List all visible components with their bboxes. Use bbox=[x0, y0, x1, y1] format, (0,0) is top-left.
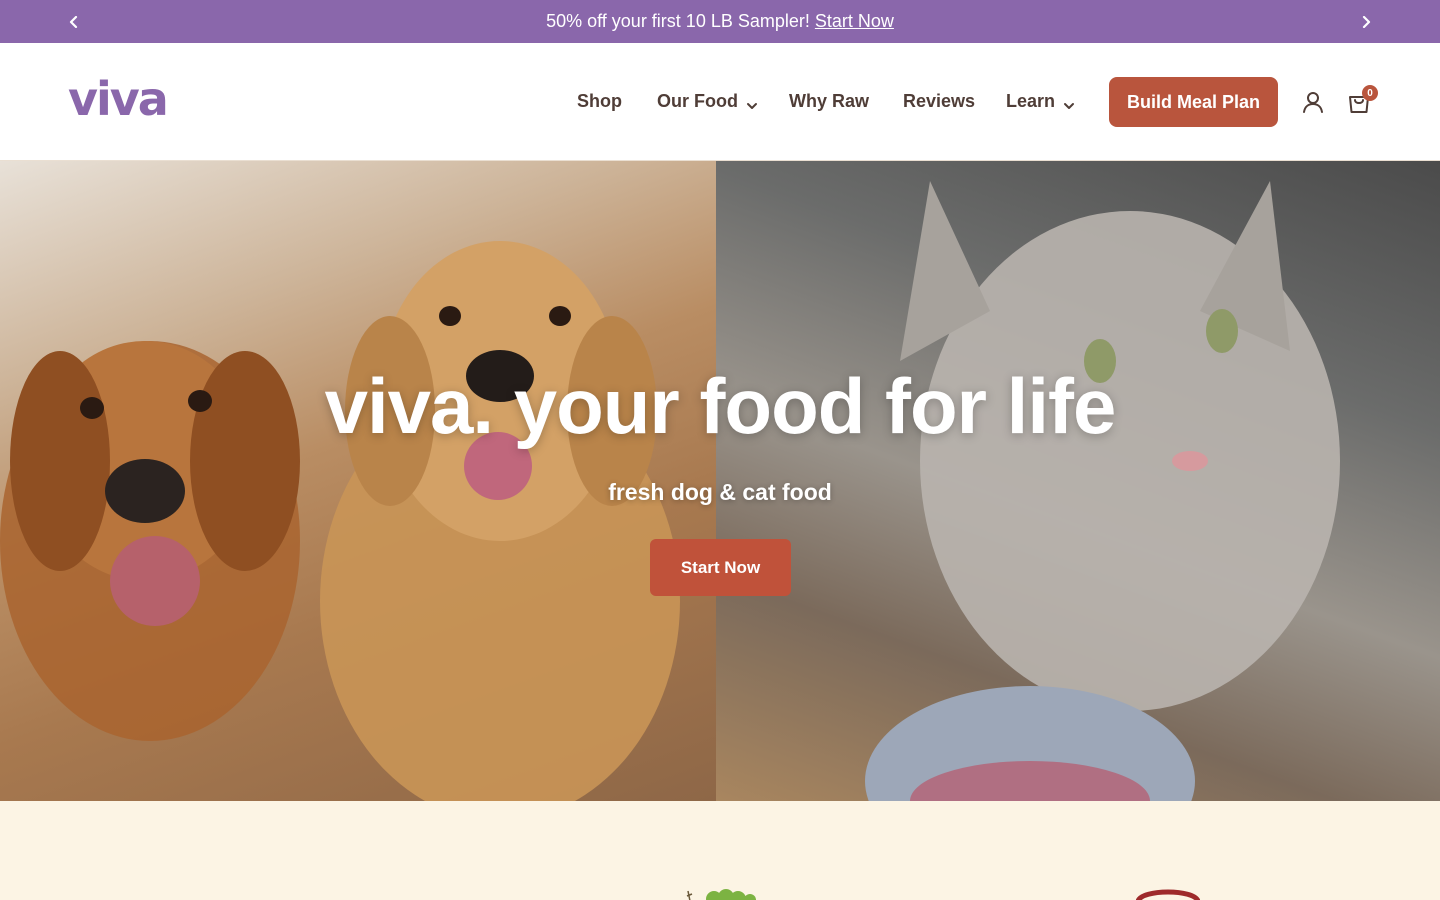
viva-logo[interactable]: viva bbox=[68, 72, 194, 126]
user-icon[interactable] bbox=[1300, 89, 1326, 115]
announcement-bar: 50% off your first 10 LB Sampler! Start N… bbox=[0, 0, 1440, 43]
chevron-right-icon[interactable] bbox=[1346, 0, 1386, 43]
nav-why-raw-label: Why Raw bbox=[789, 91, 870, 111]
hero-title: viva. your food for life bbox=[324, 362, 1117, 450]
nav-our-food-label: Our Food bbox=[657, 91, 738, 111]
hero-banner: viva. your food for life fresh dog & cat… bbox=[0, 161, 1440, 801]
hero-start-now-button[interactable]: Start Now bbox=[650, 539, 791, 596]
site-header: viva Shop Our Food Why Raw Reviews Learn… bbox=[0, 43, 1440, 161]
logo-text: viva bbox=[68, 79, 167, 123]
cart-count-badge: 0 bbox=[1362, 85, 1378, 101]
hero-subtitle: fresh dog & cat food bbox=[608, 479, 832, 505]
announcement-text: 50% off your first 10 LB Sampler! bbox=[546, 11, 810, 31]
nav-learn[interactable]: Learn bbox=[1006, 91, 1075, 112]
nav-reviews[interactable]: Reviews bbox=[903, 91, 975, 112]
announcement-message: 50% off your first 10 LB Sampler! Start N… bbox=[546, 11, 894, 32]
announcement-link[interactable]: Start Now bbox=[815, 11, 894, 31]
nav-shop-label: Shop bbox=[577, 91, 622, 111]
chevron-down-icon bbox=[746, 96, 758, 109]
chevron-down-icon bbox=[1063, 96, 1075, 109]
vegetables-icon bbox=[684, 887, 760, 900]
nav-why-raw[interactable]: Why Raw bbox=[789, 91, 869, 112]
features-section bbox=[0, 801, 1440, 900]
nav-learn-label: Learn bbox=[1006, 91, 1056, 111]
nav-reviews-label: Reviews bbox=[903, 91, 976, 111]
badge-icon bbox=[1136, 887, 1200, 900]
chevron-left-icon[interactable] bbox=[54, 0, 94, 43]
build-meal-plan-button[interactable]: Build Meal Plan bbox=[1109, 77, 1278, 127]
nav-shop[interactable]: Shop bbox=[577, 91, 622, 112]
nav-our-food[interactable]: Our Food bbox=[657, 91, 758, 112]
